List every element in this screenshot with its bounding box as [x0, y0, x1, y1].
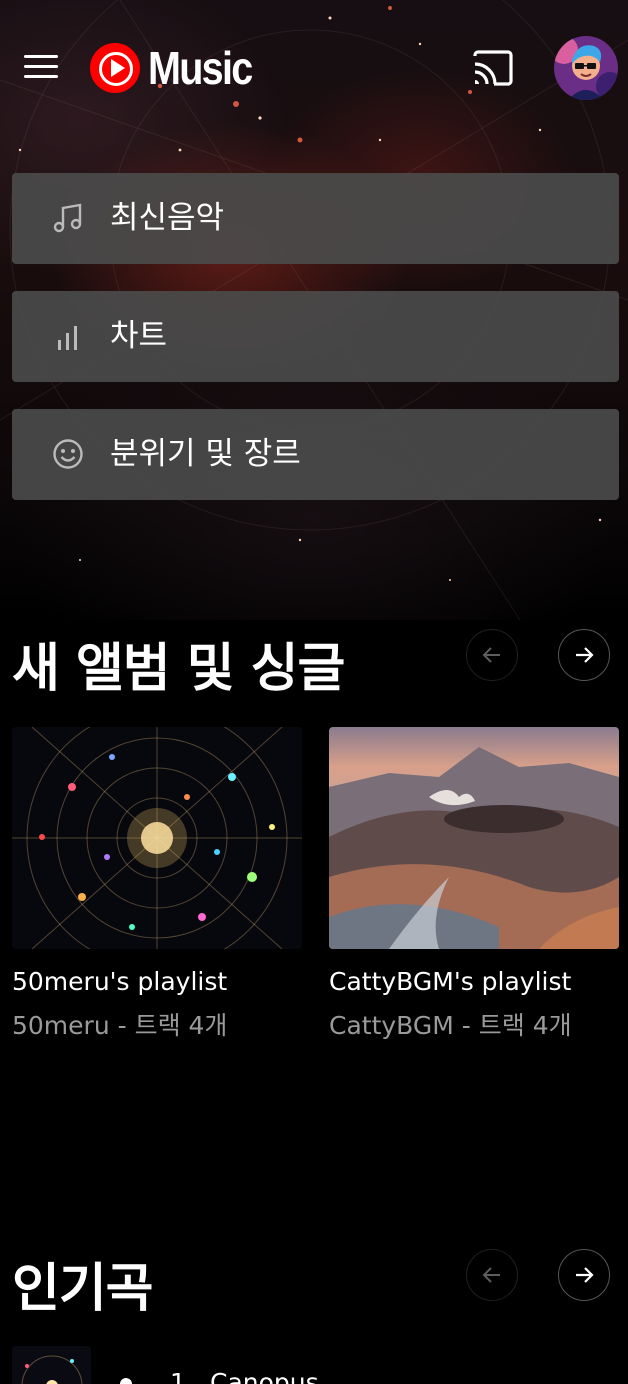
hamburger-menu-icon[interactable] [24, 52, 60, 82]
top-app-bar: Music [0, 0, 628, 140]
song-row[interactable]: 1 Canopus [12, 1346, 612, 1384]
arrow-right-icon [576, 647, 594, 663]
scroll-left-button[interactable] [466, 1249, 518, 1301]
playlist-card[interactable]: CattyBGM's playlist CattyBGM - 트랙 4개 [329, 727, 619, 1042]
playlist-title[interactable]: 50meru's playlist [12, 967, 302, 996]
youtube-music-logo[interactable]: Music [90, 42, 268, 94]
playlist-card[interactable]: 50meru's playlist 50meru - 트랙 4개 [12, 727, 302, 1042]
chart-bars-icon [52, 320, 84, 352]
scroll-right-button[interactable] [558, 629, 610, 681]
playlist-cover[interactable] [12, 727, 302, 949]
smiley-icon [52, 438, 84, 470]
nav-moods-genres[interactable]: 분위기 및 장르 [12, 409, 619, 500]
playlist-subtitle: CattyBGM - 트랙 4개 [329, 1011, 572, 1040]
song-rank: 1 [170, 1368, 186, 1384]
bullet-icon [120, 1378, 132, 1384]
playlist-cover[interactable] [329, 727, 619, 949]
nav-charts[interactable]: 차트 [12, 291, 619, 382]
nav-label: 최신음악 [110, 200, 225, 236]
playlist-title[interactable]: CattyBGM's playlist [329, 967, 619, 996]
music-note-icon [52, 202, 84, 234]
arrow-left-icon [482, 1267, 500, 1283]
song-thumbnail[interactable] [12, 1346, 91, 1384]
logo-text: Music [148, 42, 253, 94]
cast-icon[interactable] [472, 50, 514, 86]
section-title-new-releases: 새 앨범 및 싱글 [12, 639, 345, 699]
nav-new-releases[interactable]: 최신음악 [12, 173, 619, 264]
nav-label: 차트 [110, 318, 168, 354]
arrow-right-icon [576, 1267, 594, 1283]
song-title[interactable]: Canopus [210, 1368, 319, 1384]
arrow-left-icon [482, 647, 500, 663]
section-title-popular: 인기곡 [12, 1259, 154, 1319]
play-logo-icon [90, 43, 140, 93]
scroll-right-button[interactable] [558, 1249, 610, 1301]
playlist-subtitle: 50meru - 트랙 4개 [12, 1011, 228, 1040]
nav-label: 분위기 및 장르 [110, 436, 301, 472]
user-avatar[interactable] [554, 36, 618, 100]
scroll-left-button[interactable] [466, 629, 518, 681]
